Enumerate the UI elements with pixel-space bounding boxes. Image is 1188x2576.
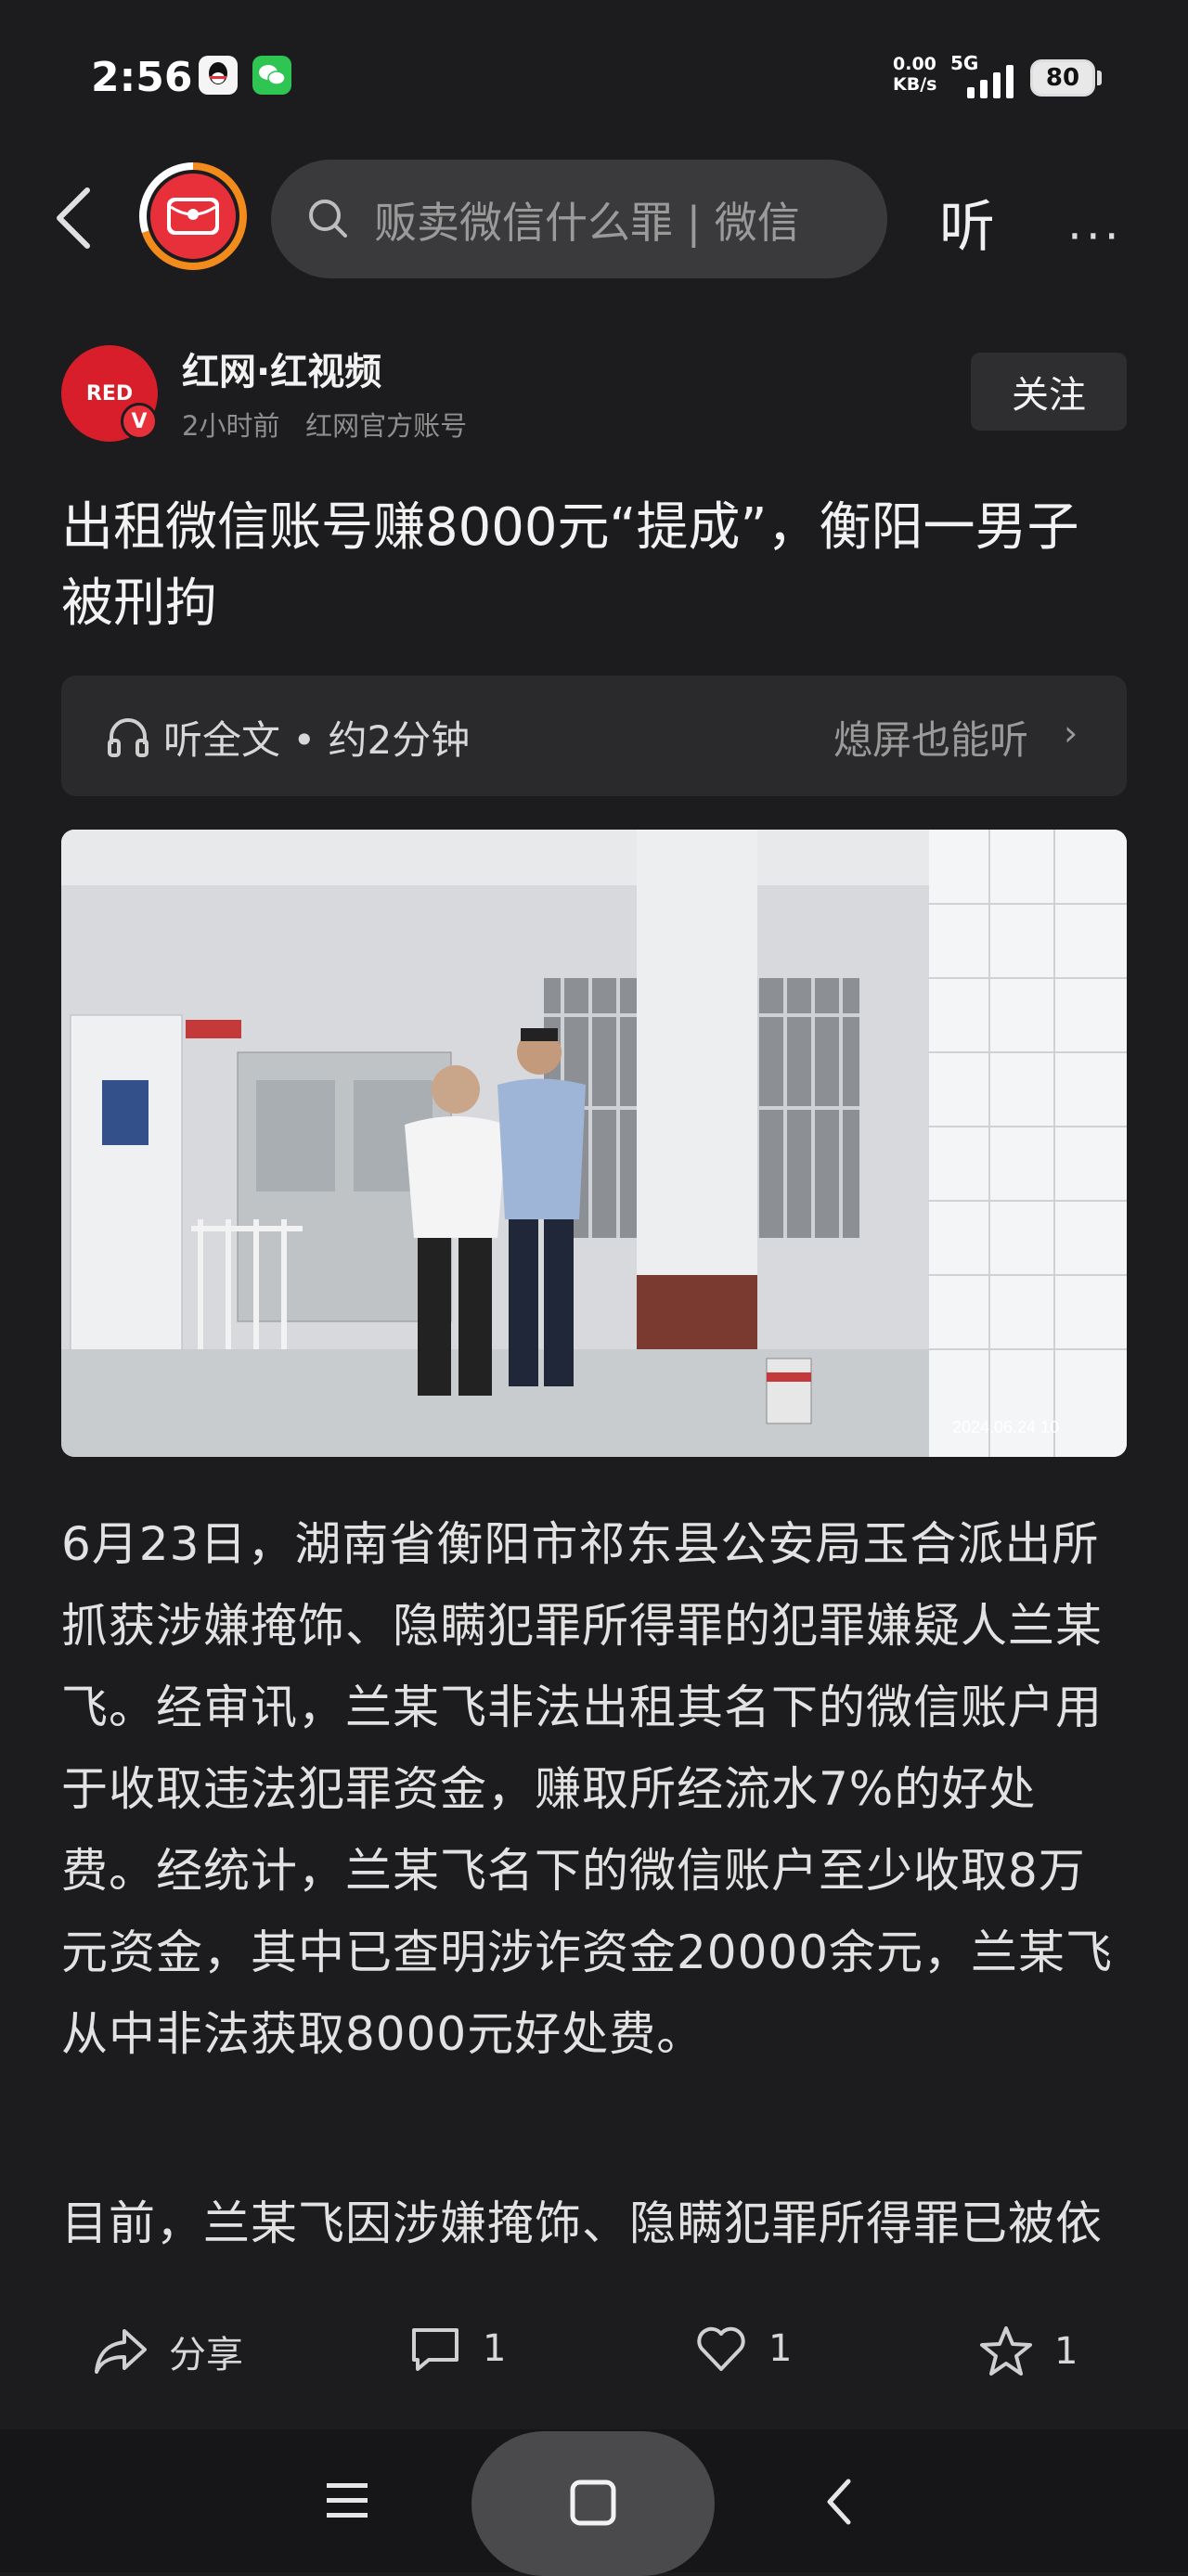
audio-label[interactable]: 听全文 • 约2分钟	[163, 709, 470, 766]
like-button[interactable]: 1	[694, 2325, 792, 2373]
qq-icon	[199, 56, 238, 95]
more-button[interactable]: ···	[1067, 210, 1123, 264]
nav-back-icon[interactable]	[820, 2476, 858, 2528]
heart-icon	[697, 2326, 745, 2371]
star-icon	[980, 2326, 1032, 2376]
comment-count: 1	[483, 2327, 507, 2370]
like-count: 1	[768, 2327, 793, 2370]
chevron-right-icon: ›	[1064, 713, 1078, 753]
author-name[interactable]: 红网·红视频	[182, 341, 381, 395]
share-button[interactable]: 分享	[93, 2325, 243, 2378]
headphones-icon	[108, 718, 148, 757]
avatar-text: RED	[85, 381, 134, 406]
screen-off-listen[interactable]: 熄屏也能听	[833, 709, 1028, 766]
author-meta: 2小时前 红网官方账号	[182, 405, 467, 444]
follow-button[interactable]: 关注	[971, 353, 1127, 431]
net-speed: 0.00 KB/s	[893, 54, 936, 95]
account-type: 红网官方账号	[305, 410, 468, 442]
article-paragraph-2: 目前，兰某飞因涉嫌掩饰、隐瞒犯罪所得罪已被依法刑事拘留。	[61, 2196, 1103, 2279]
verified-badge: V	[121, 403, 158, 440]
red-envelope-icon[interactable]	[147, 170, 239, 263]
signal-icon	[967, 65, 1014, 98]
search-input[interactable]: 贩卖微信什么罪 | 微信	[374, 189, 838, 251]
photo-timestamp: 2024.06.24 10	[952, 1418, 1059, 1436]
back-icon[interactable]	[46, 181, 102, 255]
article-photo[interactable]: 2024.06.24 10	[61, 830, 1127, 1457]
search-icon	[309, 200, 347, 238]
net-speed-unit: KB/s	[893, 74, 937, 95]
wechat-icon	[252, 56, 291, 95]
share-icon	[95, 2329, 147, 2374]
favorite-count: 1	[1054, 2330, 1078, 2373]
comment-icon	[412, 2328, 458, 2371]
share-label: 分享	[169, 2334, 243, 2376]
post-time: 2小时前	[182, 410, 280, 442]
home-icon[interactable]	[568, 2478, 618, 2528]
article-title: 出租微信账号赚8000元“提成”，衡阳一男子被刑拘	[61, 497, 1079, 634]
menu-icon[interactable]	[325, 2479, 369, 2522]
status-time: 2:56	[91, 54, 193, 101]
favorite-button[interactable]: 1	[978, 2325, 1078, 2378]
battery-tip	[1097, 71, 1102, 85]
net-speed-value: 0.00	[893, 54, 936, 74]
listen-button[interactable]: 听	[939, 182, 995, 263]
battery-indicator: 80	[1030, 59, 1095, 97]
article-paragraph-1: 6月23日，湖南省衡阳市祁东县公安局玉合派出所抓获涉嫌掩饰、隐瞒犯罪所得罪的犯罪…	[61, 1517, 1114, 2061]
comment-button[interactable]: 1	[408, 2325, 506, 2373]
